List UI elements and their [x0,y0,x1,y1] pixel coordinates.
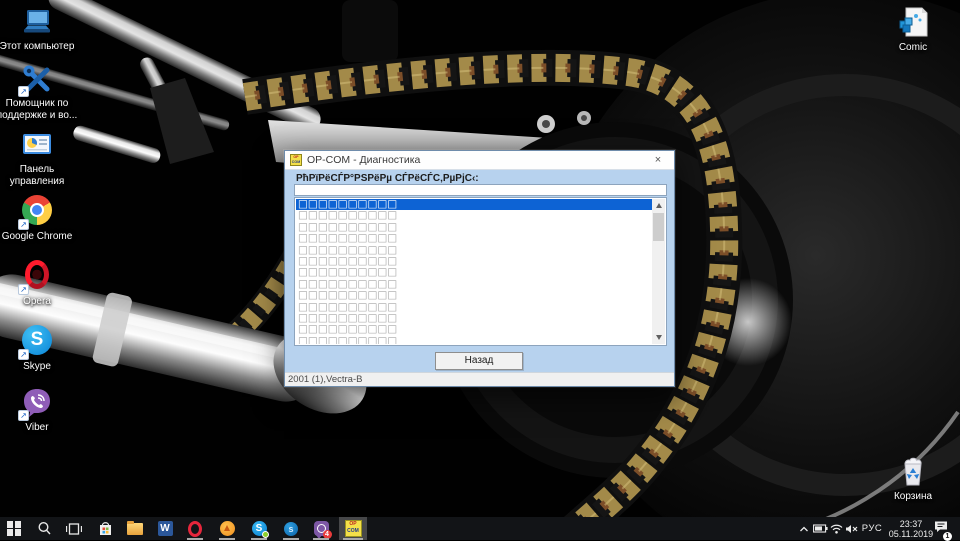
microsoft-store-button[interactable] [93,517,117,540]
viber-taskbar-button[interactable]: 4 [309,517,333,540]
skype-icon: S [20,325,54,359]
icon-label: Comic [883,42,943,54]
chrome-icon [20,195,54,229]
desktop-icon-skype[interactable]: S Skype [0,323,79,373]
title-bar[interactable]: OPCOM OP-COM - Диагностика × [285,151,674,170]
opcom-taskbar-button[interactable]: OPCOM [339,517,367,540]
control-panel-icon [20,128,54,162]
opera-icon [20,260,54,294]
listbox-rows: □□□□□□□□□□□□□□□□□□□□□□□□□□□□□□□□□□□□□□□□… [296,199,652,344]
orange-app-taskbar-button[interactable] [215,517,239,540]
wifi-icon [830,524,843,534]
close-icon[interactable]: × [647,154,669,166]
desktop-icon-this-pc[interactable]: Этот компьютер [0,5,79,53]
system-listbox[interactable]: □□□□□□□□□□□□□□□□□□□□□□□□□□□□□□□□□□□□□□□□… [294,197,667,346]
action-center-icon [934,520,948,533]
icon-label: Skype [0,361,79,373]
desktop-icon-opera[interactable]: Opera [0,258,79,308]
tray-clock[interactable]: 23:37 05.11.2019 [884,517,938,540]
shortcut-arrow-icon [18,349,29,360]
back-button[interactable]: Назад [435,352,523,370]
list-row-3[interactable]: □□□□□□□□□□ [296,233,652,244]
shortcut-arrow-icon [18,86,29,97]
shortcut-arrow-icon [18,284,29,295]
word-button[interactable]: W [153,517,177,540]
vertical-scrollbar[interactable] [652,199,665,344]
viber-icon [20,386,54,420]
skype-icon: S [252,521,267,536]
store-icon [98,521,113,536]
icon-label: Viber [0,422,79,434]
icon-label: Панель управления [0,164,79,187]
action-center-button[interactable]: 1 [932,517,950,540]
battery-icon [813,524,828,533]
opera-icon [188,521,202,537]
notification-count-badge: 1 [943,532,952,541]
icon-label: Google Chrome [0,231,79,243]
skype-secondary-taskbar-button[interactable]: s [279,517,303,540]
list-row-11[interactable]: □□□□□□□□□□ [296,324,652,335]
clock-time: 23:37 [889,519,933,529]
scroll-up-icon[interactable] [652,199,665,212]
orange-triangle-app-icon [220,521,235,536]
taskbar: W S s 4 OPCOM РУС 23:37 05.11.2019 [0,517,960,540]
search-icon [37,521,52,536]
desktop-icon-google-chrome[interactable]: Google Chrome [0,193,79,243]
task-view-button[interactable] [62,517,86,540]
opcom-dialog-window: OPCOM OP-COM - Диагностика × РћРїРёСЃР°Р… [284,150,675,387]
desktop-icon-support-assistant[interactable]: Помощник по поддержке и во... [0,62,79,121]
scroll-down-icon[interactable] [652,331,665,344]
registry-file-icon [896,6,930,40]
icon-label: Помощник по поддержке и во... [0,98,79,121]
system-filter-input[interactable] [294,184,667,196]
list-row-12[interactable]: □□□□□□□□□□ [296,336,652,344]
tray-language-indicator[interactable]: РУС [858,517,886,540]
viber-icon: 4 [314,521,329,536]
list-row-8[interactable]: □□□□□□□□□□ [296,290,652,301]
folder-icon [127,523,143,535]
recycle-bin-icon [896,455,930,489]
this-pc-icon [20,5,54,39]
task-view-icon [66,522,82,536]
desktop-icon-viber[interactable]: Viber [0,386,79,434]
shortcut-arrow-icon [18,410,29,421]
speaker-muted-icon [845,524,858,534]
taskbar-search-button[interactable] [32,517,56,540]
desktop-icon-comic[interactable]: Comic [883,6,943,54]
icon-label: Корзина [883,491,943,503]
tray-battery[interactable] [812,517,828,540]
word-icon: W [158,521,173,536]
chevron-up-icon [799,525,809,533]
window-title: OP-COM - Диагностика [307,154,647,166]
status-bar: 2001 (1),Vectra-B [285,372,674,386]
desktop-icon-control-panel[interactable]: Панель управления [0,128,79,187]
clock-date: 05.11.2019 [889,529,933,539]
tray-volume[interactable] [844,517,858,540]
viber-notification-badge: 4 [323,530,332,539]
scrollbar-thumb[interactable] [653,213,664,241]
support-tools-icon [20,62,54,96]
system-description-label: РћРїРёСЃР°РЅРёРµ СЃРёСЃС‚РµРјС‹: [296,173,479,184]
online-status-dot [262,531,269,538]
file-explorer-button[interactable] [123,517,147,540]
skype-secondary-icon: s [284,522,298,536]
opera-taskbar-button[interactable] [183,517,207,540]
windows-logo-icon [7,521,21,535]
skype-taskbar-button[interactable]: S [247,517,271,540]
opcom-icon: OPCOM [345,520,362,537]
shortcut-arrow-icon [18,219,29,230]
tray-network[interactable] [830,517,843,540]
opcom-app-icon: OPCOM [290,154,302,166]
desktop-icon-recycle-bin[interactable]: Корзина [883,455,943,503]
tray-show-hidden-icons[interactable] [798,517,810,540]
start-button[interactable] [2,517,26,540]
icon-label: Opera [0,296,79,308]
icon-label: Этот компьютер [0,41,79,53]
